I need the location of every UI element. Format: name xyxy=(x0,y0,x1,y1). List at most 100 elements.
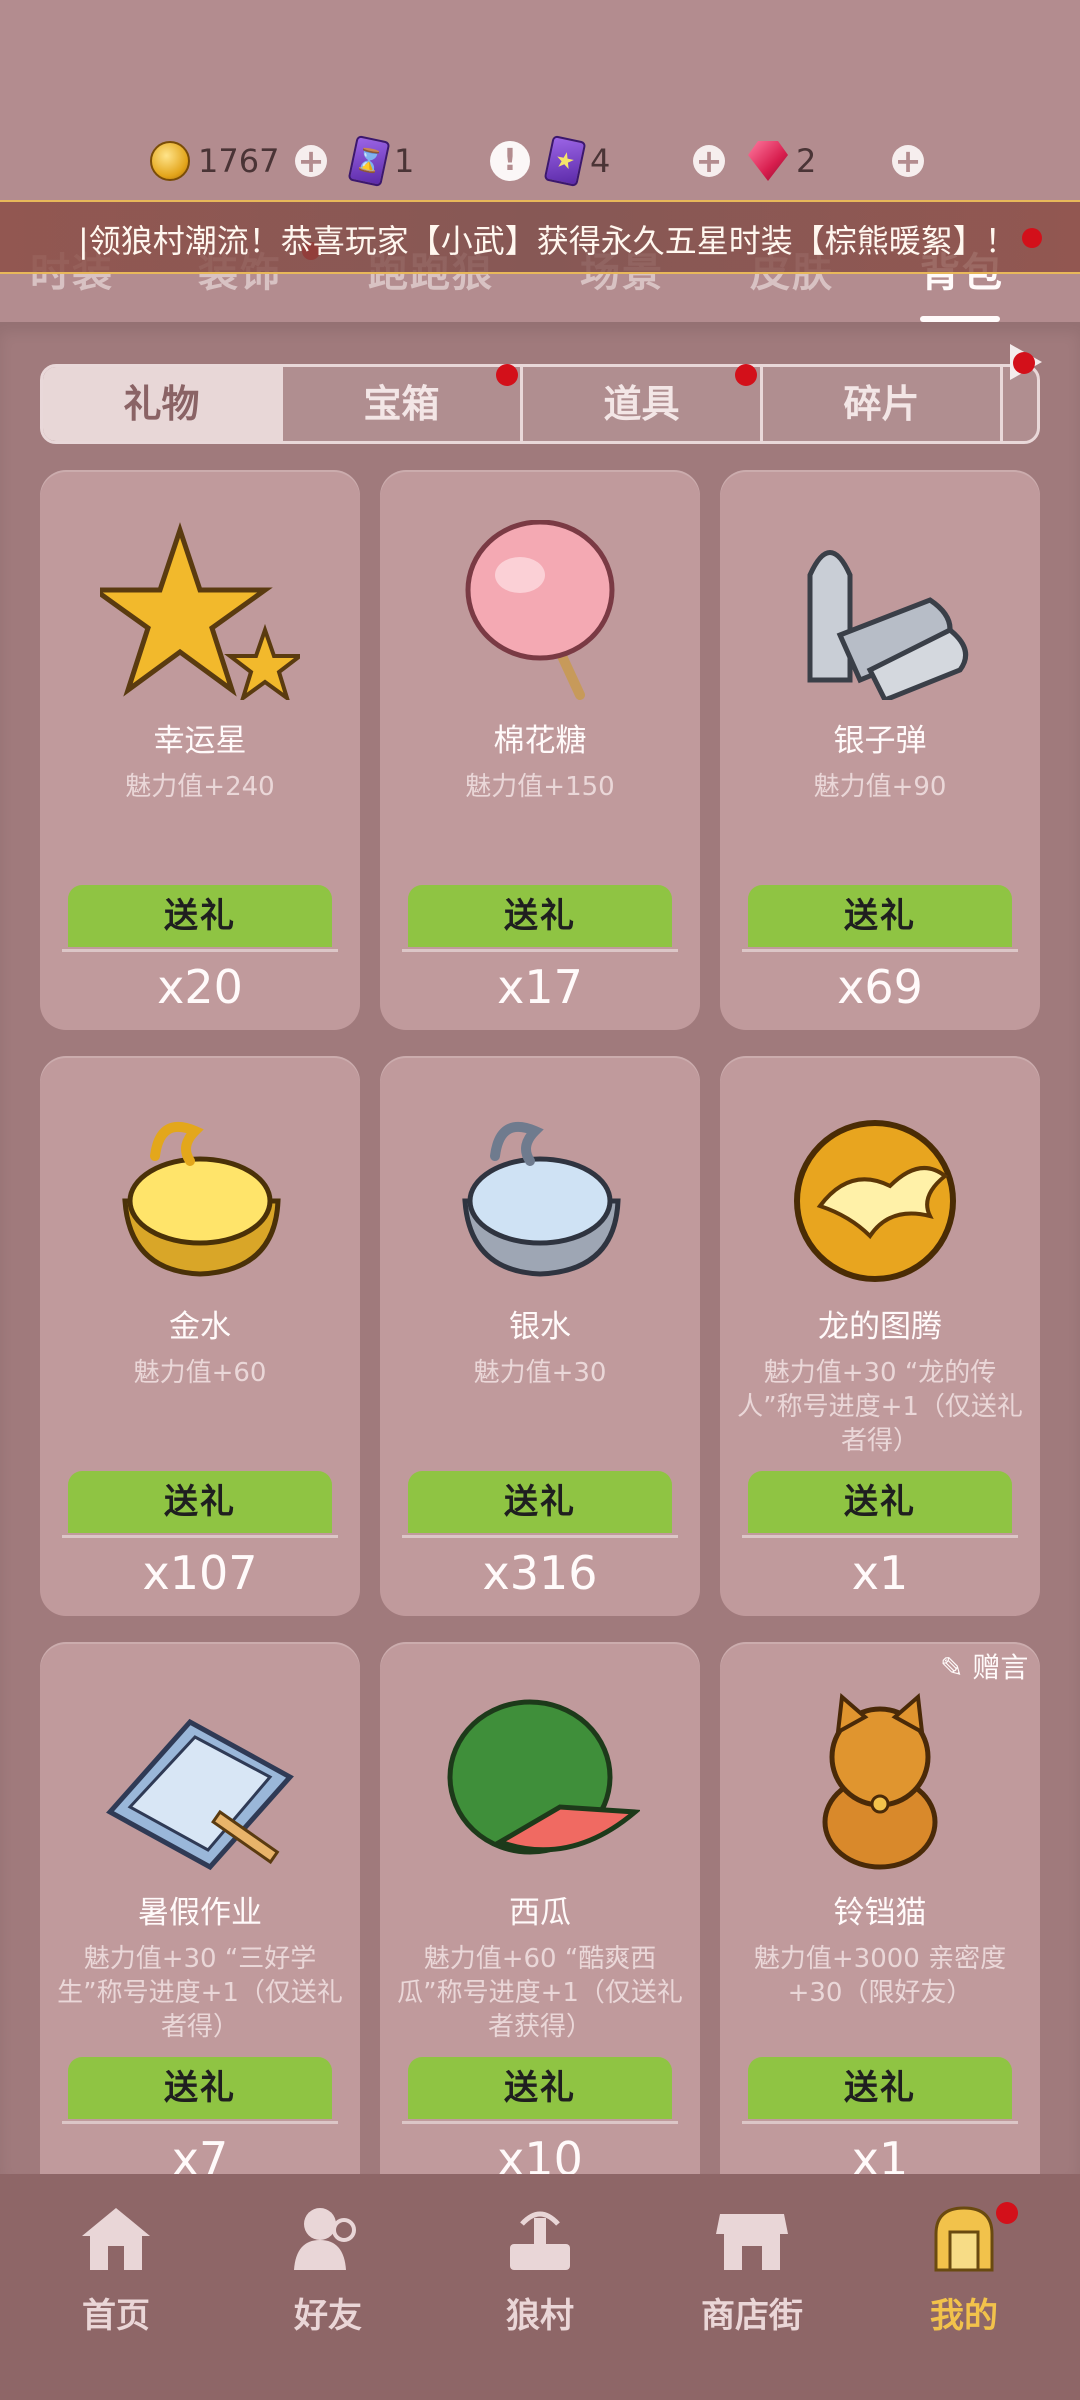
gem-balance: 2 xyxy=(748,126,816,196)
nav-home[interactable]: 首页 xyxy=(36,2204,196,2354)
item-desc: 魅力值+90 xyxy=(813,772,947,802)
item-name: 银水 xyxy=(509,1309,571,1345)
cotton-candy-icon xyxy=(465,520,615,700)
send-gift-button[interactable]: 送礼 xyxy=(68,1471,332,1533)
notification-dot xyxy=(1013,352,1035,374)
silver-water-icon xyxy=(462,1122,621,1277)
item-desc: 魅力值+60 xyxy=(133,1358,267,1388)
notification-dot xyxy=(1022,228,1042,248)
purple-ticket-count: 1 xyxy=(394,142,415,180)
purple-ticket-balance: ⌛ 1 xyxy=(347,126,415,196)
item-name: 暑假作业 xyxy=(138,1895,262,1931)
coin-icon xyxy=(150,141,190,181)
item-card-lucky-star[interactable]: 幸运星 魅力值+240 送礼 x20 xyxy=(40,470,360,1030)
add-tickets-button[interactable]: + xyxy=(693,145,725,177)
gold-water-icon xyxy=(122,1122,281,1277)
nav-mine[interactable]: 我的 xyxy=(884,2204,1044,2354)
item-card-dragon-totem[interactable]: 龙的图腾 魅力值+30 “龙的传人”称号进度+1（仅送礼者得） 送礼 x1 xyxy=(720,1056,1040,1616)
add-gems-button[interactable]: + xyxy=(892,145,924,177)
nav-friends[interactable]: 好友 xyxy=(248,2204,408,2354)
star-ticket-icon: ★ xyxy=(543,134,587,188)
nav-label: 好友 xyxy=(294,2296,362,2336)
gift-message-button[interactable]: ✎ 赠言 xyxy=(940,1646,1028,1686)
nav-label: 商店街 xyxy=(701,2296,803,2336)
subtab-gifts[interactable]: 礼物 xyxy=(43,367,283,441)
notification-dot xyxy=(996,2202,1018,2224)
nav-label: 狼村 xyxy=(506,2296,574,2336)
send-gift-button[interactable]: 送礼 xyxy=(68,885,332,947)
star-ticket-count: 4 xyxy=(590,142,611,180)
divider xyxy=(402,2121,678,2124)
item-card-summer-homework[interactable]: 暑假作业 魅力值+30 “三好学生”称号进度+1（仅送礼者得） 送礼 x7 xyxy=(40,1642,360,2202)
hourglass-ticket-icon: ⌛ xyxy=(347,134,391,188)
divider xyxy=(742,949,1018,952)
item-name: 西瓜 xyxy=(509,1895,571,1931)
subtab-fragments[interactable]: 碎片 xyxy=(763,367,1003,441)
item-card-silver-water[interactable]: 银水 魅力值+30 送礼 x316 xyxy=(380,1056,700,1616)
divider xyxy=(62,1535,338,1538)
send-gift-button[interactable]: 送礼 xyxy=(408,885,672,947)
announcement-banner: |领狼村潮流！恭喜玩家【小武】获得永久五星时装【棕熊暖絮】！ xyxy=(0,200,1080,274)
nav-wolf-village[interactable]: 狼村 xyxy=(460,2204,620,2354)
watermelon-icon xyxy=(447,1699,640,1855)
silver-bullet-icon xyxy=(807,550,969,700)
item-desc: 魅力值+30 “三好学生”称号进度+1（仅送礼者得） xyxy=(57,1944,343,2042)
item-desc: 魅力值+30 xyxy=(473,1358,607,1388)
item-name: 银子弹 xyxy=(833,723,927,759)
lucky-star-icon xyxy=(100,522,300,700)
item-desc: 魅力值+150 xyxy=(465,772,615,802)
item-desc: 魅力值+3000 亲密度+30（限好友） xyxy=(753,1944,1007,2008)
item-count: x316 xyxy=(482,1546,598,1600)
item-count: x20 xyxy=(157,960,243,1014)
send-gift-button[interactable]: 送礼 xyxy=(408,1471,672,1533)
item-name: 龙的图腾 xyxy=(818,1309,942,1345)
item-card-silver-bullet[interactable]: 银子弹 魅力值+90 送礼 x69 xyxy=(720,470,1040,1030)
gem-icon xyxy=(748,141,788,181)
bottom-nav: 首页 好友 狼村 商店街 我的 xyxy=(0,2174,1080,2400)
divider xyxy=(742,2121,1018,2124)
send-gift-button[interactable]: 送礼 xyxy=(748,2057,1012,2119)
gem-count: 2 xyxy=(796,142,817,180)
send-gift-button[interactable]: 送礼 xyxy=(68,2057,332,2119)
notification-dot xyxy=(496,364,518,386)
divider xyxy=(62,2121,338,2124)
item-card-cotton-candy[interactable]: 棉花糖 魅力值+150 送礼 x17 xyxy=(380,470,700,1030)
item-count: x17 xyxy=(497,960,583,1014)
friends-icon xyxy=(294,2208,356,2270)
nav-shop-street[interactable]: 商店街 xyxy=(672,2204,832,2354)
notification-dot xyxy=(735,364,757,386)
summer-homework-icon xyxy=(106,1718,294,1871)
send-gift-button[interactable]: 送礼 xyxy=(748,1471,1012,1533)
coin-count: 1767 xyxy=(198,142,280,180)
item-desc: 魅力值+60 “酷爽西瓜”称号进度+1（仅送礼者获得） xyxy=(397,1944,683,2042)
item-name: 铃铛猫 xyxy=(833,1895,927,1931)
add-coins-button[interactable]: + xyxy=(295,145,327,177)
send-gift-button[interactable]: 送礼 xyxy=(408,2057,672,2119)
fountain-icon xyxy=(510,2211,570,2270)
item-name: 幸运星 xyxy=(153,723,247,759)
item-desc: 魅力值+30 “龙的传人”称号进度+1（仅送礼者得） xyxy=(737,1358,1023,1456)
item-card-watermelon[interactable]: 西瓜 魅力值+60 “酷爽西瓜”称号进度+1（仅送礼者获得） 送礼 x10 xyxy=(380,1642,700,2202)
nav-label: 我的 xyxy=(930,2296,998,2336)
coin-balance: 1767 xyxy=(150,126,279,196)
item-count: x107 xyxy=(142,1546,258,1600)
item-card-bell-cat[interactable]: 铃铛猫 魅力值+3000 亲密度+30（限好友） 送礼 x1 xyxy=(720,1642,1040,2202)
bell-cat-icon xyxy=(822,1692,938,1870)
nav-label: 首页 xyxy=(82,2296,150,2336)
item-desc: 魅力值+240 xyxy=(125,772,275,802)
divider xyxy=(62,949,338,952)
item-name: 金水 xyxy=(169,1309,231,1345)
subtab-props[interactable]: 道具 xyxy=(523,367,763,441)
shop-icon xyxy=(716,2214,788,2270)
announcement-text: |领狼村潮流！恭喜玩家【小武】获得永久五星时装【棕熊暖絮】！ xyxy=(78,222,1017,260)
subtab-chests[interactable]: 宝箱 xyxy=(283,367,523,441)
edit-icon: ✎ xyxy=(940,1651,964,1684)
dragon-totem-icon xyxy=(794,1120,956,1282)
divider xyxy=(402,949,678,952)
item-card-gold-water[interactable]: 金水 魅力值+60 送礼 x107 xyxy=(40,1056,360,1616)
profile-icon xyxy=(934,2206,994,2272)
send-gift-button[interactable]: 送礼 xyxy=(748,885,1012,947)
item-count: x69 xyxy=(837,960,923,1014)
sub-tabs: 礼物 宝箱 道具 碎片 xyxy=(40,364,1040,444)
alert-icon[interactable]: ! xyxy=(490,141,530,181)
